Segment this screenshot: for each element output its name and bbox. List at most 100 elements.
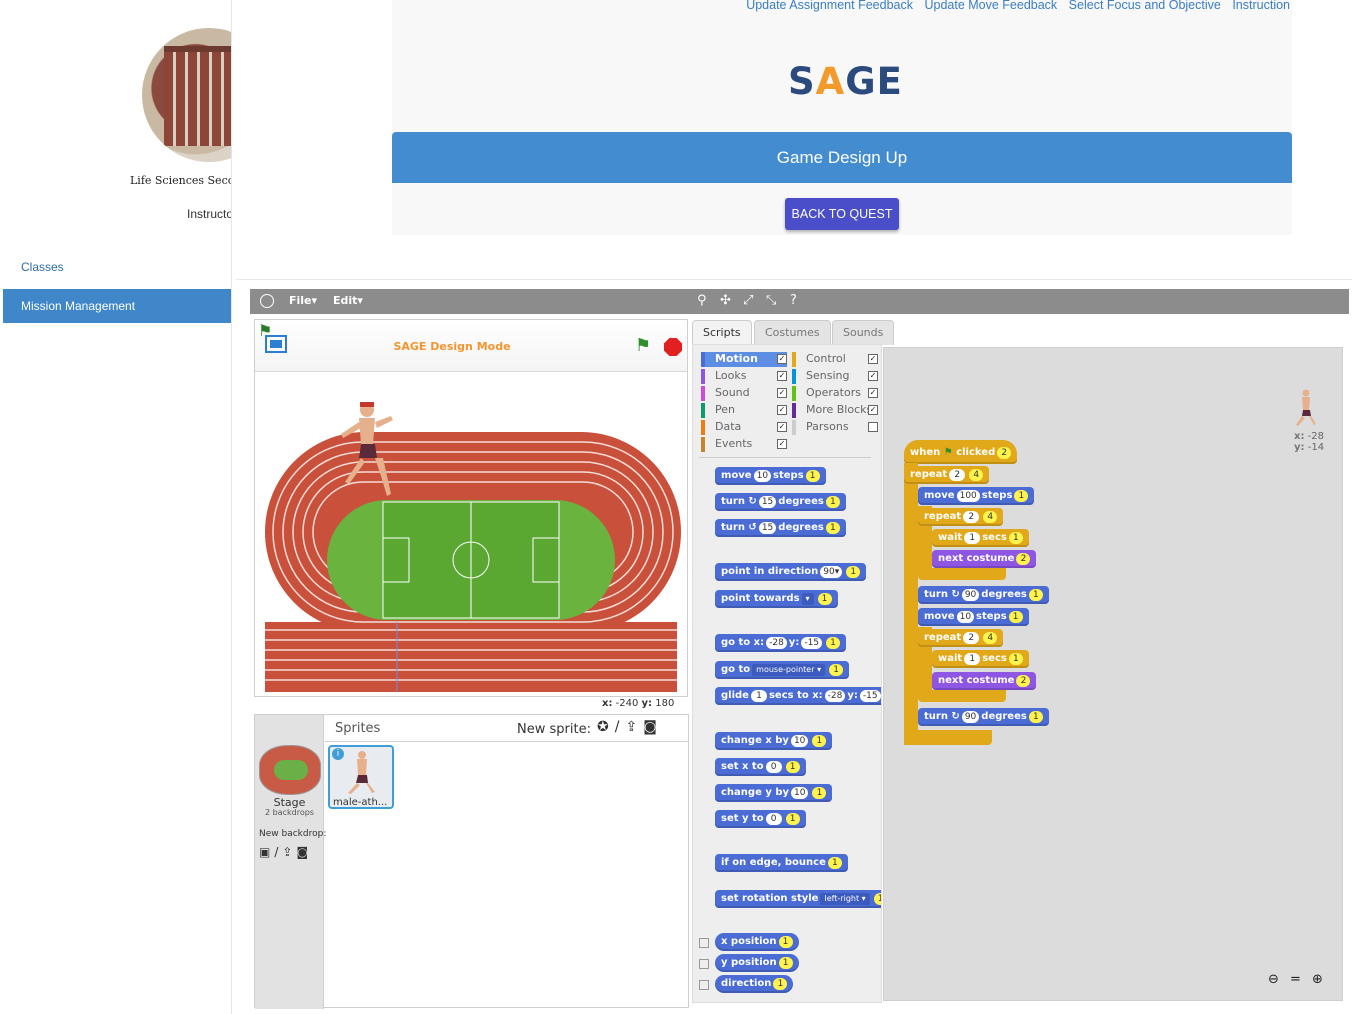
tab-costumes[interactable]: Costumes (754, 320, 831, 345)
edit-menu[interactable]: Edit▾ (333, 294, 363, 307)
block-move-steps[interactable]: move 10 steps 1 (715, 467, 826, 485)
tab-sounds[interactable]: Sounds (832, 320, 895, 345)
category-parsons[interactable]: Parsons (792, 420, 878, 435)
stage-header: ⚑ SAGE Design Mode ⚑ (255, 320, 687, 372)
header-links: Update Assignment Feedback Update Move F… (738, 0, 1290, 12)
block-change-y[interactable]: change y by 10 1 (715, 784, 833, 802)
sprite-name: male-ath... (333, 797, 388, 808)
block-repeat-1[interactable]: repeat 2 4 (918, 508, 1004, 526)
block-point-in-direction[interactable]: point in direction 90▾ 1 (715, 563, 867, 581)
stage-normal-icon[interactable]: ⚲ (697, 293, 707, 308)
sidebar-item-classes[interactable]: Classes (3, 250, 231, 284)
block-turn-90-b[interactable]: turn ↻ 90 degrees 1 (918, 708, 1049, 726)
link-select-focus-objective[interactable]: Select Focus and Objective (1069, 0, 1221, 12)
running-track-backdrop (265, 402, 681, 692)
school-logo: Life Sciences Secon (128, 20, 232, 190)
stage-title: SAGE Design Mode (393, 340, 511, 353)
paint-sprite-icon[interactable]: / (615, 719, 626, 735)
import-icon[interactable]: ⇪ (282, 845, 296, 859)
paint-backdrop-icon[interactable]: ▣ (259, 845, 274, 859)
turbo-icon[interactable]: ✣ (720, 293, 731, 308)
sprites-header: Sprites New sprite: ✪/⇪◙ (325, 715, 689, 742)
block-turn-right[interactable]: turn ↻ 15 degrees 1 (715, 493, 846, 511)
collapse-icon[interactable]: ⤡ (766, 293, 776, 308)
block-turn-90-a[interactable]: turn ↻ 90 degrees 1 (918, 586, 1049, 604)
link-instruction[interactable]: Instruction (1232, 0, 1290, 12)
stop-button[interactable] (664, 338, 682, 356)
sprite-thumbnail (348, 751, 375, 794)
mouse-coordinates: x: -240 y: 180 (602, 698, 675, 709)
globe-icon[interactable] (260, 294, 274, 308)
random-sprite-icon[interactable]: ✪ (597, 719, 615, 735)
category-control[interactable]: Control ✓ (792, 352, 878, 367)
reporter-y-position[interactable]: y position 1 (715, 954, 799, 972)
category-motion[interactable]: Motion ✓ (701, 352, 787, 367)
link-update-move-feedback[interactable]: Update Move Feedback (924, 0, 1057, 12)
info-icon[interactable]: i (332, 748, 344, 760)
reporter-x-position[interactable]: x position 1 (715, 933, 799, 951)
block-repeat-outer[interactable]: repeat 2 4 (904, 466, 990, 484)
block-move-100[interactable]: move 100 steps 1 (918, 487, 1035, 505)
y-position-checkbox[interactable] (699, 959, 709, 969)
category-data[interactable]: Data ✓ (701, 420, 787, 435)
current-sprite-thumbnail (1296, 389, 1316, 426)
block-set-x[interactable]: set x to 0 1 (715, 758, 806, 776)
block-bounce[interactable]: if on edge, bounce 1 (715, 854, 848, 872)
block-move-10[interactable]: move 10 steps 1 (918, 608, 1029, 626)
stage-thumbnail-panel: Stage 2 backdrops New backdrop: ▣/⇪◙ (255, 715, 327, 1009)
new-backdrop-label: New backdrop: (259, 829, 327, 839)
block-go-to-xy[interactable]: go to x: -28 y: -15 1 (715, 634, 847, 652)
green-flag-button[interactable]: ⚑ (635, 335, 651, 356)
category-pen[interactable]: Pen ✓ (701, 403, 787, 418)
camera-sprite-icon[interactable]: ◙ (643, 719, 663, 735)
file-menu[interactable]: File▾ (289, 294, 317, 307)
link-update-assignment-feedback[interactable]: Update Assignment Feedback (746, 0, 913, 12)
sprite-corral: Stage 2 backdrops New backdrop: ▣/⇪◙ Spr… (254, 714, 689, 1009)
help-icon[interactable]: ? (790, 293, 797, 308)
school-name: Life Sciences Secon (130, 174, 232, 187)
header-panel: Update Assignment Feedback Update Move F… (392, 0, 1292, 235)
stage-thumbnail[interactable] (259, 745, 321, 795)
block-wait-1[interactable]: wait 1 secs 1 (932, 529, 1029, 547)
x-position-checkbox[interactable] (699, 938, 709, 948)
direction-checkbox[interactable] (699, 980, 709, 990)
block-rotation-style[interactable]: set rotation styleleft-right ▾1 (715, 890, 881, 908)
block-next-costume-2[interactable]: next costume 2 (932, 672, 1037, 690)
zoom-in-icon[interactable]: ⊕ (1312, 972, 1323, 987)
category-operators[interactable]: Operators ✓ (792, 386, 878, 401)
block-glide[interactable]: glide 1 secs to x: -28 y: -15 (715, 687, 881, 705)
stage-canvas[interactable] (255, 372, 687, 696)
category-events[interactable]: Events ✓ (701, 437, 787, 452)
block-next-costume-1[interactable]: next costume 2 (932, 550, 1037, 568)
scripting-area[interactable]: x: -28 y: -14 when ⚑ clicked 2 repeat 2 4 m… (883, 347, 1343, 1001)
snap-editor: File▾ Edit▾ ⚲ ✣ ⤢ ⤡ ? ⚑ SAGE Design Mode… (250, 289, 1349, 1014)
repeat-foot-1 (918, 568, 1006, 580)
block-palette: Motion ✓ Looks ✓ Sound ✓ Pen ✓ Data ✓ Events ✓… (692, 344, 882, 1003)
block-go-to[interactable]: go to mouse-pointer ▾ 1 (715, 661, 850, 679)
back-to-quest-button[interactable]: BACK TO QUEST (785, 198, 899, 230)
stage: ⚑ SAGE Design Mode ⚑ (254, 319, 688, 697)
sage-logo: SAGE (788, 60, 903, 103)
reporter-direction[interactable]: direction 1 (715, 975, 794, 993)
tab-scripts[interactable]: Scripts (692, 320, 752, 345)
sprite-tile[interactable]: i male-ath... (328, 745, 394, 809)
category-sound[interactable]: Sound ✓ (701, 386, 787, 401)
upload-sprite-icon[interactable]: ⇪ (625, 719, 643, 735)
block-set-y[interactable]: set y to 0 1 (715, 810, 806, 828)
zoom-reset-icon[interactable]: = (1290, 972, 1301, 987)
category-sensing[interactable]: Sensing ✓ (792, 369, 878, 384)
block-repeat-2[interactable]: repeat 2 4 (918, 629, 1004, 647)
block-point-towards[interactable]: point towards ▾ 1 (715, 590, 838, 608)
sidebar-item-mission-management[interactable]: Mission Management (3, 289, 231, 323)
snap-menubar: File▾ Edit▾ ⚲ ✣ ⤢ ⤡ ? (250, 289, 1349, 314)
expand-icon[interactable]: ⤢ (743, 293, 753, 308)
block-wait-2[interactable]: wait 1 secs 1 (932, 650, 1029, 668)
block-when-flag-clicked[interactable]: when ⚑ clicked 2 (904, 440, 1018, 464)
camera-icon[interactable]: ◙ (296, 845, 312, 859)
block-turn-left[interactable]: turn ↺ 15 degrees 1 (715, 519, 846, 537)
category-more-blocks[interactable]: More Blocks ✓ (792, 403, 878, 418)
category-looks[interactable]: Looks ✓ (701, 369, 787, 384)
repeat-foot-2 (918, 690, 1006, 702)
zoom-out-icon[interactable]: ⊖ (1268, 972, 1279, 987)
block-change-x[interactable]: change x by 10 1 (715, 732, 833, 750)
